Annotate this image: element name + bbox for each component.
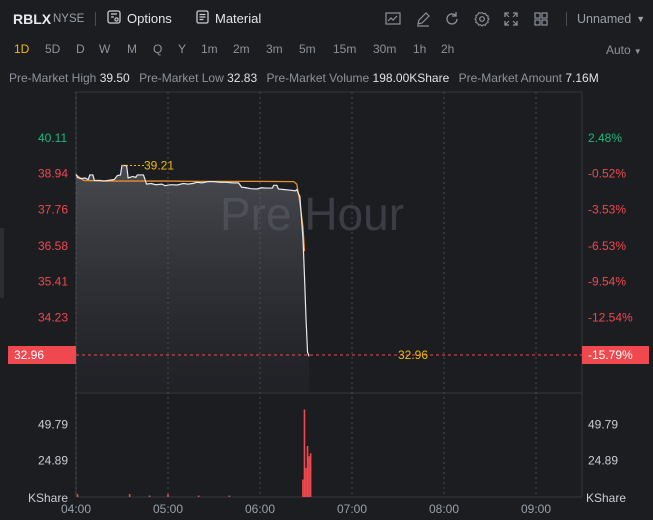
volume-bar [306,446,309,497]
percent-axis-label: 2.48% [588,131,622,145]
price-chart[interactable]: 04:00 05:00 06:00 07:00 08:00 09:00Pre Hour40… [0,0,653,520]
percent-axis-label: -12.54% [588,311,633,325]
volume-axis-label: 24.89 [38,454,68,468]
volume-unit-label: KShare [586,491,626,505]
volume-axis-label: 49.79 [588,417,618,431]
volume-bar [302,479,304,497]
price-axis-label: 38.94 [38,167,68,181]
last-price-badge-label: 32.96 [14,348,44,362]
volume-bar [128,494,131,497]
price-axis-label: 36.58 [38,239,68,253]
percent-axis-label: -6.53% [588,239,626,253]
time-axis-label: 05:00 [153,502,183,516]
time-axis-label: 06:00 [245,502,275,516]
time-axis-label: 08:00 [429,502,459,516]
price-axis-label: 34.23 [38,311,68,325]
price-axis-label: 37.76 [38,203,68,217]
volume-bar [308,456,310,497]
volume-bar [303,409,306,497]
volume-bar [309,453,312,497]
volume-axis-label: 24.89 [588,454,618,468]
percent-axis-label: -9.54% [588,274,626,288]
volume-bar [167,494,169,497]
volume-bar [148,495,151,497]
volume-unit-label: KShare [28,491,68,505]
high-marker-label: 39.21 [144,158,174,172]
percent-axis-label: -3.53% [588,203,626,217]
last-price-inline-label: 32.96 [398,348,428,362]
price-area [76,165,310,392]
volume-bar [305,467,307,497]
price-axis-label: 40.11 [38,131,67,145]
volume-bar [197,495,200,497]
last-percent-badge-label: -15.79% [588,348,633,362]
time-axis-label: 09:00 [521,502,551,516]
percent-axis-label: -0.52% [588,167,626,181]
price-axis-label: 35.41 [38,274,68,288]
volume-axis-label: 49.79 [38,417,68,431]
volume-bar [76,494,79,497]
time-axis-label: 07:00 [337,502,367,516]
volume-bar [228,495,231,497]
